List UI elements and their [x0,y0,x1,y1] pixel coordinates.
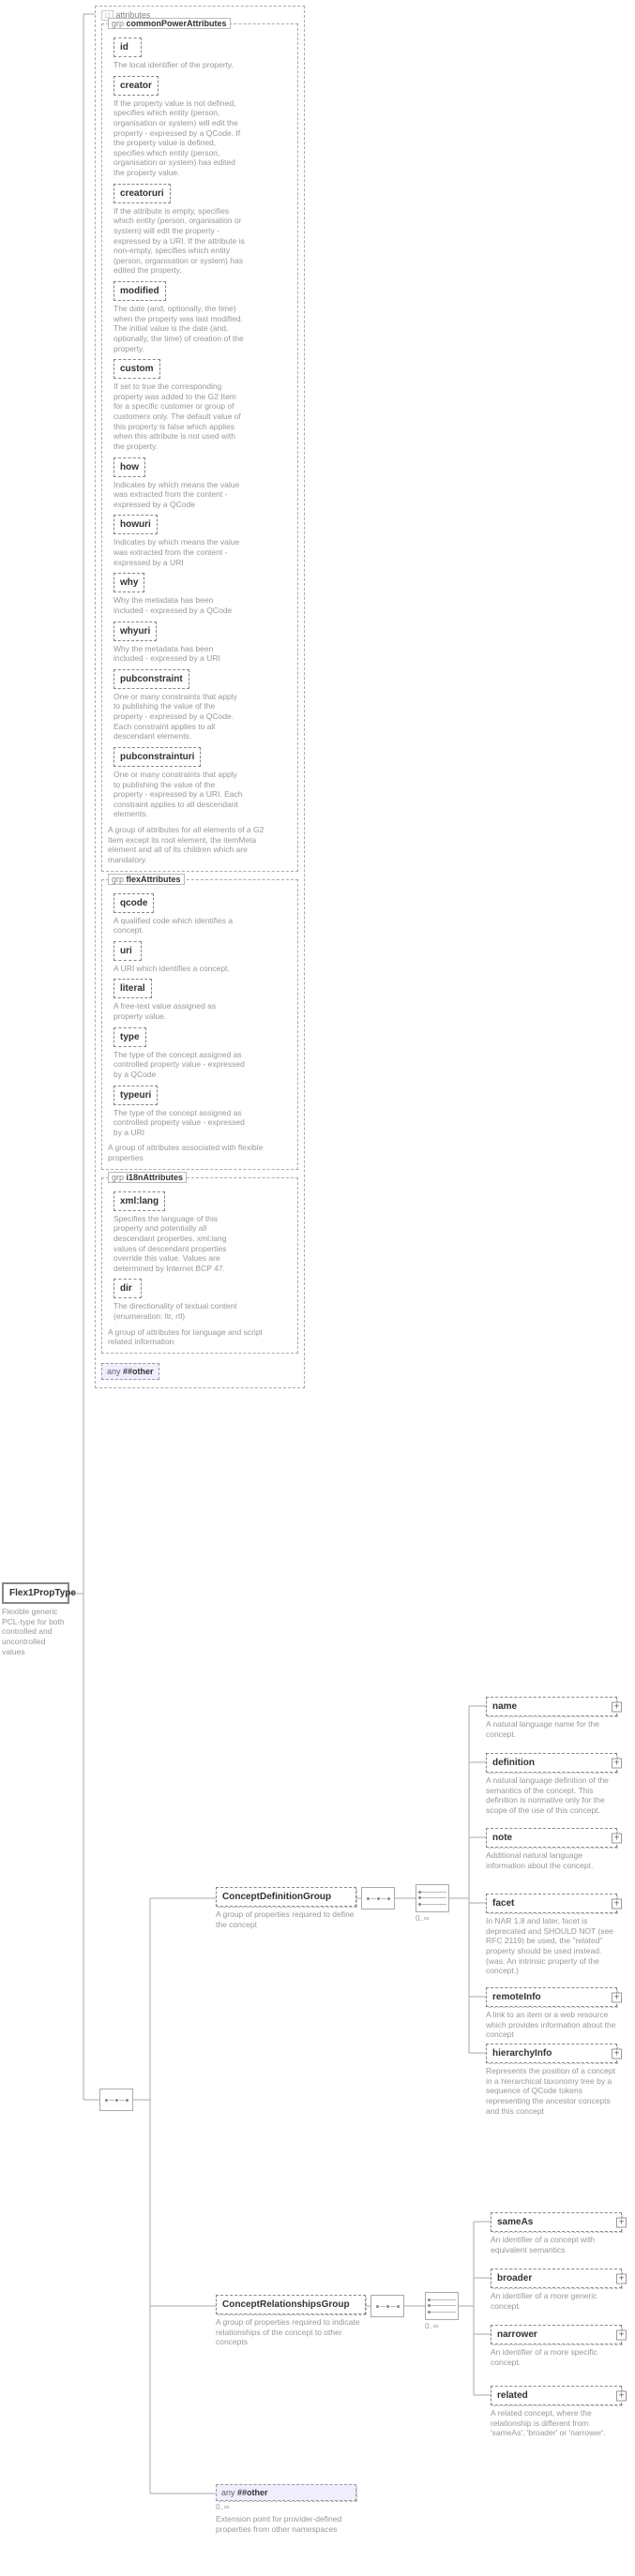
attr-title: how [120,462,139,472]
attr-title: modified [120,286,159,296]
grp-commonPowerAttributes: grp commonPowerAttributes id The local i… [101,23,298,872]
attr-title: why [120,577,138,588]
attr-title: pubconstraint [120,674,183,684]
grp-flexAttributes: grp flexAttributes qcode A qualified cod… [101,879,298,1170]
attr-pubconstraint: pubconstraint One or many constraints th… [113,669,292,741]
element-narrower: narrower + An identifier of a more speci… [491,2325,622,2367]
attr-id: id The local identifier of the property. [113,37,292,70]
sequence-icon [99,2089,133,2111]
attr-howuri: howuri Indicates by which means the valu… [113,515,292,567]
expand-icon[interactable]: + [612,1992,622,2002]
attr-uri: uri A URI which identifies a concept. [113,941,292,974]
attr-literal: literal A free-text value assigned as pr… [113,979,292,1021]
attr-title: custom [120,364,154,374]
element-name: name + A natural language name for the c… [486,1697,617,1739]
attr-why: why Why the metadata has been included -… [113,573,292,615]
attr-title: creatoruri [120,188,164,199]
attr-type: type The type of the concept assigned as… [113,1027,292,1080]
attr-typeuri: typeuri The type of the concept assigned… [113,1086,292,1138]
cdg-title: ConceptDefinitionGroup [222,1892,350,1902]
element-facet: facet + In NAR 1.8 and later, facet is d… [486,1894,617,1976]
any-attribute: any ##other [101,1363,159,1380]
expand-icon[interactable]: + [616,2390,627,2401]
sequence-icon [370,2295,404,2317]
expand-icon[interactable]: + [612,1898,622,1909]
expand-icon[interactable]: + [612,1701,622,1712]
attr-title: uri [120,946,132,956]
attr-title: dir [120,1283,132,1294]
grp3-desc: A group of attributes for language and s… [108,1327,267,1347]
expand-icon[interactable]: + [612,1833,622,1843]
root-title: Flex1PropType [9,1588,62,1598]
crg-title: ConceptRelationshipsGroup [222,2299,359,2310]
element-broader: broader + An identifier of a more generi… [491,2269,622,2311]
crg-desc: A group of properties required to indica… [216,2317,366,2347]
ConceptRelationshipsGroup: ConceptRelationshipsGroup A group of pro… [216,2295,366,2347]
choice-icon [425,2292,459,2320]
ConceptDefinitionGroup: ConceptDefinitionGroup A group of proper… [216,1887,356,1929]
expand-icon[interactable]: + [616,2217,627,2227]
attr-title: type [120,1032,140,1042]
attr-dir: dir The directionality of textual conten… [113,1279,292,1321]
attr-title: id [120,42,129,52]
attr-creator: creator If the property value is not def… [113,76,292,178]
attr-custom: custom If set to true the corresponding … [113,359,292,451]
attr-title: howuri [120,519,151,530]
cardinality: 0..∞ [416,1914,430,1923]
attr-whyuri: whyuri Why the metadata has been include… [113,622,292,664]
attr-pubconstrainturi: pubconstrainturi One or many constraints… [113,747,292,819]
attr-creatoruri: creatoruri If the attribute is empty, sp… [113,184,292,276]
attr-title: qcode [120,898,147,908]
cardinality: 0..∞ [216,2503,356,2511]
attr-title: whyuri [120,626,150,637]
attr-title: typeuri [120,1090,151,1101]
cdg-desc: A group of properties required to define… [216,1910,356,1929]
expand-icon[interactable]: + [612,2048,622,2059]
attr-modified: modified The date (and, optionally, the … [113,281,292,353]
element-sameAs: sameAs + An identifier of a concept with… [491,2212,622,2254]
expand-icon[interactable]: + [612,1758,622,1768]
element-remoteInfo: remoteInfo + A link to an item or a web … [486,1987,617,2040]
element-hierarchyInfo: hierarchyInfo + Represents the position … [486,2044,617,2116]
any-element: any ##other 0..∞ Extension point for pro… [216,2484,356,2534]
cardinality: 0..∞ [425,2322,439,2330]
sequence-icon [361,1887,395,1910]
grp2-desc: A group of attributes associated with fl… [108,1143,267,1162]
attr-qcode: qcode A qualified code which identifies … [113,893,292,936]
attr-title: pubconstrainturi [120,752,194,762]
element-related: related + A related concept, where the r… [491,2386,622,2438]
grp-i18nAttributes: grp i18nAttributes xml:lang Specifies th… [101,1177,298,1354]
element-definition: definition + A natural language definiti… [486,1753,617,1816]
attr-title: xml:lang [120,1196,159,1206]
expand-icon[interactable]: + [616,2329,627,2340]
root-desc: Flexible generic PCL-type for both contr… [2,1607,69,1656]
attr-xml:lang: xml:lang Specifies the language of this … [113,1191,292,1274]
attr-title: creator [120,81,152,91]
attributes-container: □ attributes grp commonPowerAttributes i… [95,6,305,1388]
attr-how: how Indicates by which means the value w… [113,457,292,510]
grp1-desc: A group of attributes for all elements o… [108,825,267,865]
choice-icon [416,1884,449,1912]
root-type: Flex1PropType Flexible generic PCL-type … [2,1582,69,1656]
expand-icon[interactable]: + [616,2273,627,2284]
ext-desc: Extension point for provider-defined pro… [216,2514,356,2534]
element-note: note + Additional natural language infor… [486,1828,617,1870]
attr-title: literal [120,983,145,994]
